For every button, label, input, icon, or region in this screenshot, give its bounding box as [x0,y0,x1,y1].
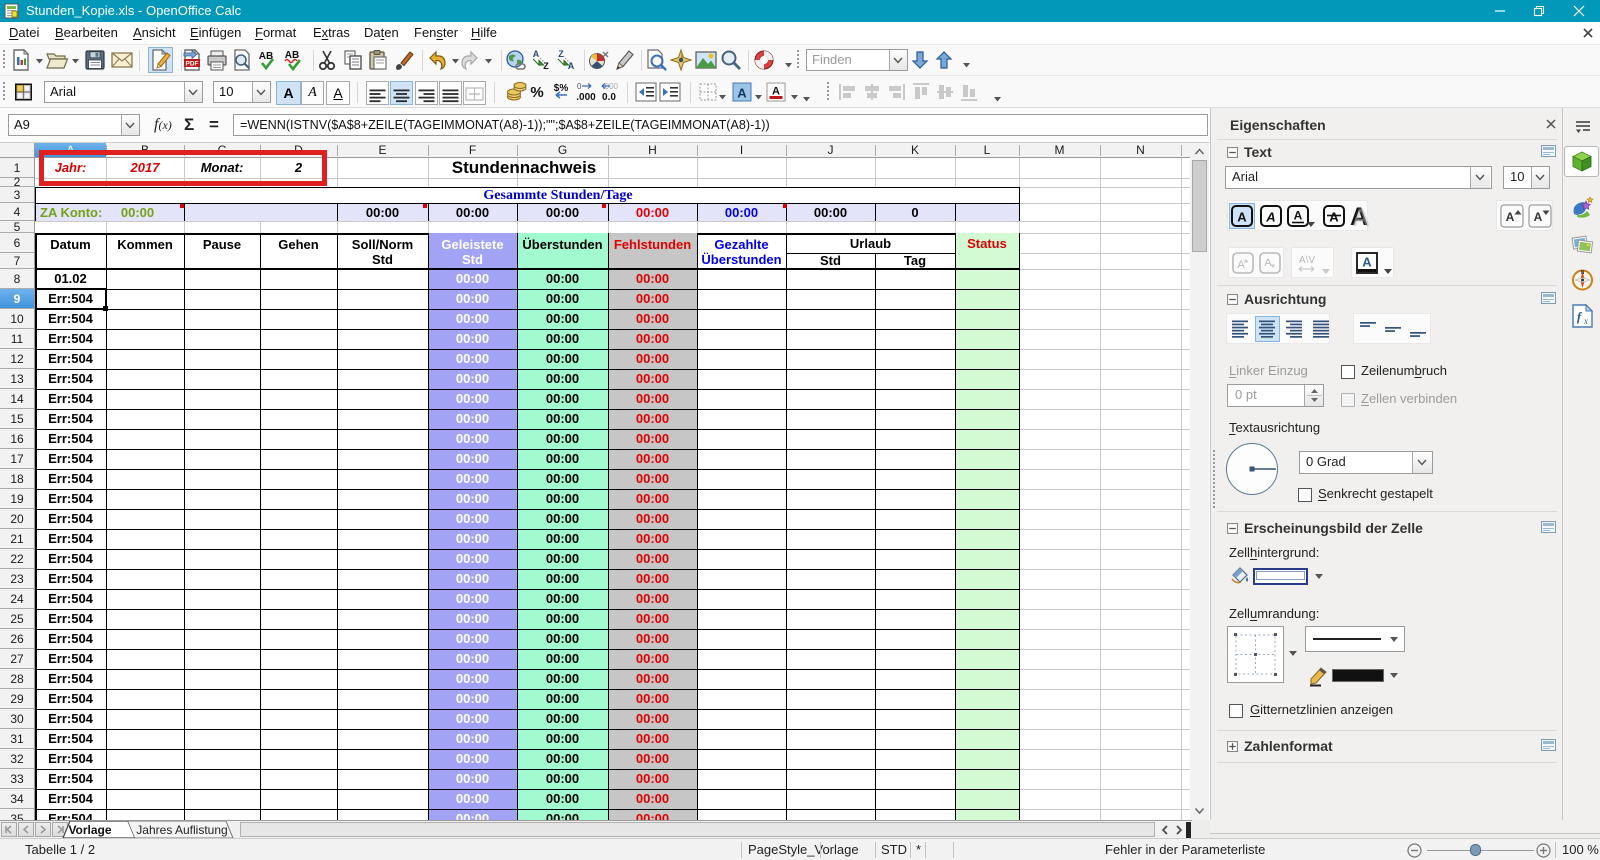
svg-text:A: A [772,86,780,98]
svg-text:A: A [1534,210,1543,224]
svg-text:x: x [1583,316,1588,326]
svg-text:A: A [1506,210,1515,224]
svg-text:A: A [1352,204,1370,230]
svg-text:A: A [1265,210,1275,225]
svg-text:A\V: A\V [1299,255,1315,266]
svg-text:A: A [737,86,747,101]
svg-text:Z: Z [558,49,564,59]
svg-text:$%: $% [554,83,569,94]
svg-text:A: A [533,49,540,59]
svg-text:A: A [1264,257,1272,269]
svg-text:A: A [1362,255,1372,270]
svg-text:PDF: PDF [186,61,199,68]
svg-text:A: A [568,61,575,71]
svg-text:Z: Z [543,61,549,71]
svg-text:%: % [530,84,543,101]
svg-text:N: N [1581,270,1585,276]
svg-text:A: A [1294,209,1303,223]
svg-text:0: 0 [577,82,582,91]
svg-text:.000: .000 [576,92,596,103]
svg-text:A: A [1237,259,1245,271]
svg-text:0.0: 0.0 [602,92,616,103]
svg-text:A: A [1237,210,1247,225]
svg-text:A: A [1329,210,1339,225]
